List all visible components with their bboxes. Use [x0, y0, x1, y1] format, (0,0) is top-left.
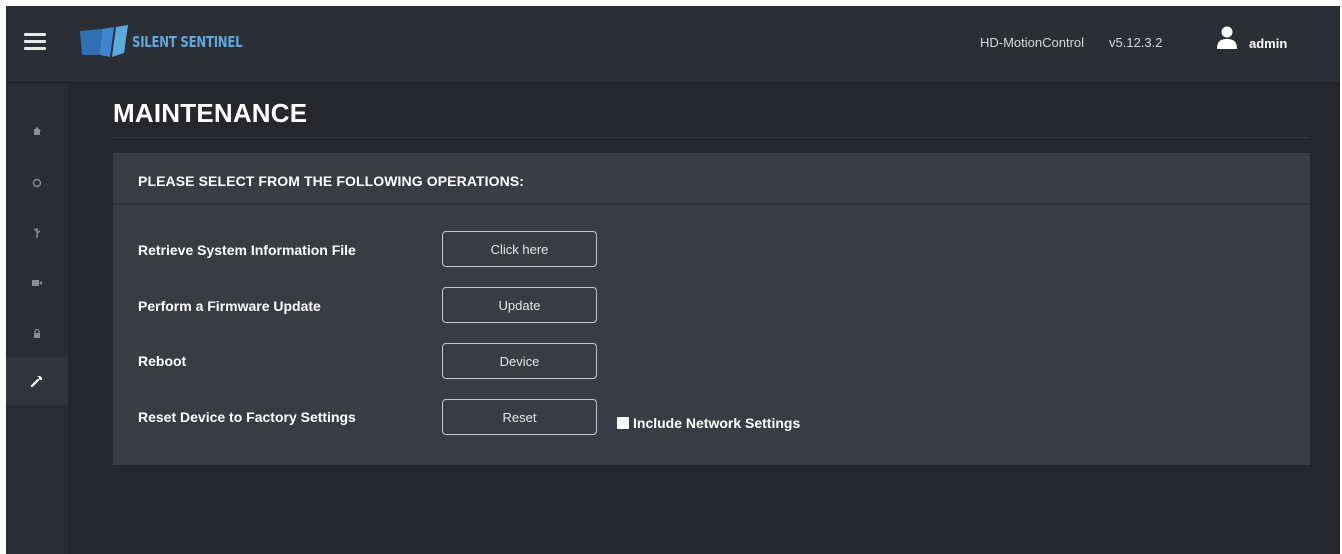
lock-icon: [34, 328, 40, 338]
logo-mark-icon: [80, 25, 128, 57]
wrench-icon: [30, 376, 43, 388]
panel-header: PLEASE SELECT FROM THE FOLLOWING OPERATI…: [113, 153, 1310, 205]
page-title: MAINTENANCE: [113, 98, 308, 128]
top-bar: SILENT SENTINEL HD-MotionControl v5.12.3…: [6, 6, 1340, 83]
sidebar-item-home[interactable]: [6, 107, 68, 155]
include-network-label: Include Network Settings: [633, 415, 801, 431]
firmware-update-label: Perform a Firmware Update: [138, 298, 321, 314]
video-camera-icon: [32, 280, 42, 286]
sidebar-item-network[interactable]: [6, 209, 68, 257]
reboot-device-button[interactable]: Device: [442, 343, 597, 379]
factory-reset-label: Reset Device to Factory Settings: [138, 409, 356, 425]
product-name: HD-MotionControl: [980, 35, 1085, 50]
title-divider: [113, 137, 1309, 138]
operations-panel: PLEASE SELECT FROM THE FOLLOWING OPERATI…: [113, 153, 1310, 465]
menu-icon[interactable]: [24, 33, 48, 53]
brand-name: SILENT SENTINEL: [132, 33, 243, 51]
home-icon: [33, 127, 41, 135]
sidebar-item-maintenance[interactable]: [6, 357, 68, 405]
sidebar-item-video[interactable]: [6, 259, 68, 307]
firmware-update-button[interactable]: Update: [442, 287, 597, 323]
version-label: v5.12.3.2: [1109, 35, 1163, 50]
user-icon[interactable]: [1216, 26, 1238, 50]
retrieve-info-label: Retrieve System Information File: [138, 242, 356, 258]
factory-reset-button[interactable]: Reset: [442, 399, 597, 435]
panel-heading: PLEASE SELECT FROM THE FOLLOWING OPERATI…: [138, 173, 525, 189]
include-network-checkbox[interactable]: Include Network Settings: [617, 415, 800, 431]
brand-logo[interactable]: SILENT SENTINEL: [80, 24, 273, 60]
retrieve-info-button[interactable]: Click here: [442, 231, 597, 267]
reboot-label: Reboot: [138, 353, 187, 369]
circle-icon: [32, 178, 42, 188]
sidebar-item-camera[interactable]: [6, 159, 68, 207]
network-icon: [33, 228, 41, 238]
user-name[interactable]: admin: [1249, 36, 1287, 51]
sidebar: [6, 83, 68, 554]
app-window: SILENT SENTINEL HD-MotionControl v5.12.3…: [6, 6, 1340, 554]
checkbox-box[interactable]: [617, 417, 629, 429]
sidebar-item-security[interactable]: [6, 309, 68, 357]
